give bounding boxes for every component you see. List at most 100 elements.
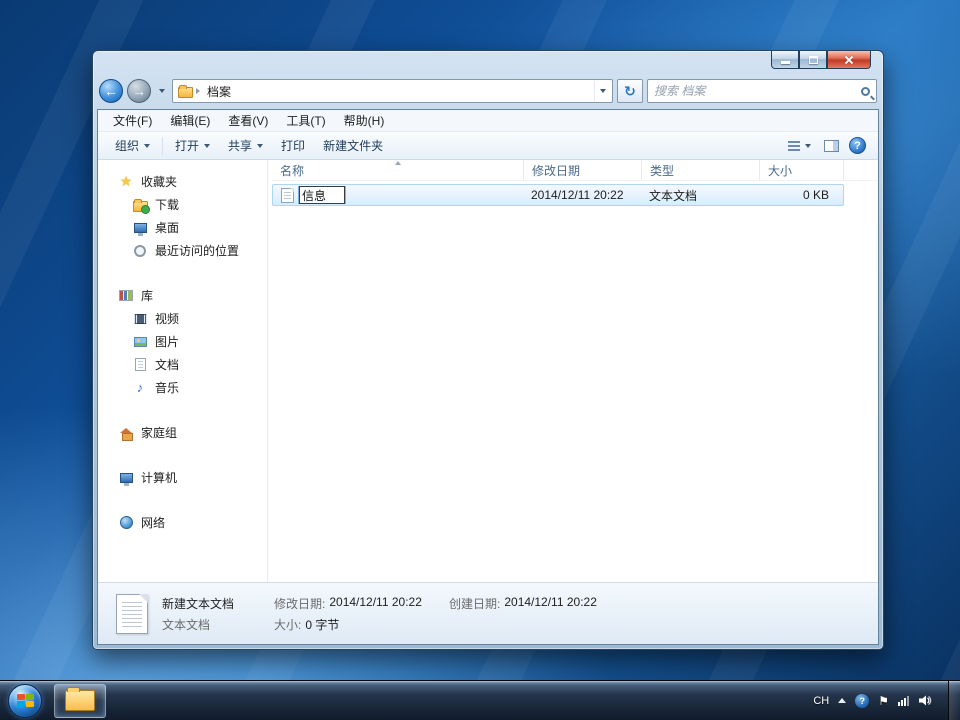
address-bar[interactable]: 档案 bbox=[172, 79, 613, 103]
refresh-button[interactable]: ↻ bbox=[617, 79, 643, 103]
forward-icon: → bbox=[132, 83, 146, 99]
details-created: 创建日期: 2014/12/11 20:22 bbox=[449, 595, 597, 612]
recent-pages-dropdown[interactable] bbox=[155, 80, 168, 102]
sidebar-item-pictures[interactable]: 图片 bbox=[98, 330, 267, 353]
rename-input[interactable] bbox=[298, 186, 346, 204]
chevron-down-icon bbox=[805, 143, 811, 148]
network-tray-icon[interactable] bbox=[898, 695, 910, 706]
sidebar-item-documents[interactable]: 文档 bbox=[98, 353, 267, 376]
file-list: 名称 修改日期 类型 大小 信息 2014/12/11 20:22 文本文档 0… bbox=[268, 160, 878, 582]
details-file-name: 新建文本文档 bbox=[162, 596, 235, 611]
explorer-window: ← → 档案 ↻ 文件(F) 编辑(E) 查看(V) 工具(T) 帮助(H) bbox=[92, 50, 884, 650]
search-box bbox=[647, 79, 877, 103]
sidebar-item-videos[interactable]: 视频 bbox=[98, 307, 267, 330]
sidebar-section-favorites[interactable]: ★ 收藏夹 bbox=[98, 170, 267, 193]
column-label: 大小 bbox=[768, 163, 793, 178]
command-bar: 组织 打开 共享 打印 新建文件夹 ? bbox=[98, 132, 878, 160]
caption-buttons bbox=[771, 51, 871, 69]
breadcrumb-item[interactable]: 档案 bbox=[203, 83, 235, 100]
file-row[interactable]: 2014/12/11 20:22 文本文档 0 KB bbox=[272, 184, 844, 206]
pictures-icon bbox=[133, 336, 147, 347]
breadcrumb-chevron-icon bbox=[196, 88, 200, 94]
star-icon: ★ bbox=[119, 173, 133, 189]
details-grid: 新建文本文档 修改日期: 2014/12/11 20:22 创建日期: 2014… bbox=[162, 595, 597, 633]
sidebar-item-recent-places[interactable]: 最近访问的位置 bbox=[98, 239, 267, 262]
refresh-icon: ↻ bbox=[624, 82, 636, 99]
menu-item-tools[interactable]: 工具(T) bbox=[277, 110, 334, 132]
sidebar-section-network[interactable]: 网络 bbox=[98, 511, 267, 534]
volume-tray-icon[interactable] bbox=[919, 695, 933, 706]
column-label: 名称 bbox=[280, 163, 305, 178]
column-header-name[interactable]: 名称 bbox=[272, 160, 524, 180]
details-file-type: 文本文档 bbox=[162, 617, 211, 632]
menu-item-edit[interactable]: 编辑(E) bbox=[161, 110, 219, 132]
chevron-down-icon bbox=[257, 143, 264, 148]
downloads-folder-icon bbox=[132, 198, 150, 214]
chevron-down-icon bbox=[204, 143, 211, 148]
system-tray: CH ? ⚑ bbox=[813, 680, 960, 720]
taskbar-explorer-button[interactable] bbox=[54, 683, 106, 718]
titlebar[interactable] bbox=[97, 51, 879, 77]
start-button[interactable] bbox=[8, 683, 42, 718]
open-label: 打开 bbox=[175, 139, 200, 153]
help-button[interactable]: ? bbox=[849, 137, 866, 154]
column-label: 修改日期 bbox=[532, 163, 581, 178]
organize-button[interactable]: 组织 bbox=[106, 135, 159, 157]
sidebar-item-label: 桌面 bbox=[155, 221, 180, 235]
column-header-size[interactable]: 大小 bbox=[760, 160, 844, 180]
menu-item-view[interactable]: 查看(V) bbox=[219, 110, 277, 132]
menu-bar: 文件(F) 编辑(E) 查看(V) 工具(T) 帮助(H) bbox=[98, 110, 878, 132]
change-view-button[interactable] bbox=[785, 135, 814, 157]
sidebar-label: 计算机 bbox=[141, 471, 178, 485]
back-button[interactable]: ← bbox=[99, 79, 123, 103]
sidebar-section-homegroup[interactable]: 家庭组 bbox=[98, 421, 267, 444]
help-tray-icon[interactable]: ? bbox=[855, 693, 870, 708]
details-created-value: 2014/12/11 20:22 bbox=[504, 594, 597, 609]
new-folder-button[interactable]: 新建文件夹 bbox=[314, 135, 392, 157]
windows-flag-icon bbox=[16, 694, 34, 707]
address-history-dropdown[interactable] bbox=[594, 81, 610, 101]
details-modified-value: 2014/12/11 20:22 bbox=[329, 594, 422, 609]
folder-icon bbox=[178, 85, 193, 98]
print-button[interactable]: 打印 bbox=[272, 135, 314, 157]
action-center-flag-icon[interactable]: ⚑ bbox=[878, 694, 889, 708]
sidebar-label: 收藏夹 bbox=[141, 175, 178, 189]
details-size-value: 0 字节 bbox=[305, 617, 340, 632]
text-file-icon bbox=[281, 187, 294, 203]
close-button[interactable] bbox=[827, 51, 871, 69]
minimize-button[interactable] bbox=[771, 51, 799, 69]
column-header-date-modified[interactable]: 修改日期 bbox=[524, 160, 642, 180]
toolbar-separator bbox=[162, 136, 164, 155]
menu-item-help[interactable]: 帮助(H) bbox=[335, 110, 394, 132]
hidden-icons-button[interactable] bbox=[838, 698, 847, 703]
sidebar-item-downloads[interactable]: 下载 bbox=[98, 193, 267, 216]
menu-item-file[interactable]: 文件(F) bbox=[104, 110, 161, 132]
forward-button[interactable]: → bbox=[127, 79, 151, 103]
print-label: 打印 bbox=[281, 139, 306, 153]
share-button[interactable]: 共享 bbox=[219, 135, 272, 157]
videos-icon bbox=[133, 313, 147, 324]
music-icon: ♪ bbox=[136, 380, 144, 395]
sidebar-label: 家庭组 bbox=[141, 426, 178, 440]
sidebar-item-music[interactable]: ♪ 音乐 bbox=[98, 376, 267, 399]
documents-icon bbox=[134, 358, 146, 371]
sidebar-item-desktop[interactable]: 桌面 bbox=[98, 216, 267, 239]
minimize-icon bbox=[780, 61, 790, 64]
explorer-content: ★ 收藏夹 下载 桌面 最近访问的位置 库 视频 图片 文档 ♪ 音乐 家庭组 … bbox=[98, 160, 878, 582]
explorer-folder-icon bbox=[65, 687, 95, 711]
preview-pane-button[interactable] bbox=[824, 139, 839, 152]
sidebar-item-label: 最近访问的位置 bbox=[155, 244, 240, 258]
details-pane: 新建文本文档 修改日期: 2014/12/11 20:22 创建日期: 2014… bbox=[98, 582, 878, 644]
open-button[interactable]: 打开 bbox=[166, 135, 219, 157]
back-icon: ← bbox=[104, 83, 118, 99]
details-created-label: 创建日期: bbox=[449, 596, 501, 611]
sidebar-section-libraries[interactable]: 库 bbox=[98, 284, 267, 307]
show-desktop-button[interactable] bbox=[948, 680, 960, 720]
file-preview-icon bbox=[116, 593, 148, 634]
sidebar-section-computer[interactable]: 计算机 bbox=[98, 466, 267, 489]
sort-ascending-icon bbox=[394, 161, 401, 165]
language-indicator[interactable]: CH bbox=[813, 695, 829, 707]
maximize-button[interactable] bbox=[799, 51, 827, 69]
search-input[interactable] bbox=[654, 84, 861, 98]
column-header-type[interactable]: 类型 bbox=[642, 160, 760, 180]
